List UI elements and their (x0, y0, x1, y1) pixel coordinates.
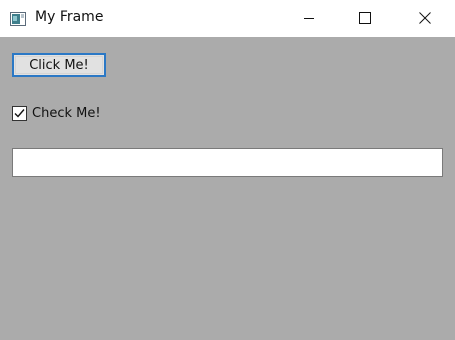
maximize-icon (359, 9, 371, 28)
check-me-label: Check Me! (32, 105, 101, 121)
click-me-button[interactable]: Click Me! (12, 53, 106, 77)
window-title: My Frame (35, 9, 104, 25)
check-me-checkbox[interactable] (12, 105, 27, 121)
title-bar[interactable]: My Frame (0, 0, 455, 37)
close-icon (419, 9, 431, 28)
minimize-button[interactable] (286, 0, 332, 37)
text-field[interactable] (12, 148, 443, 177)
close-button[interactable] (402, 0, 448, 37)
check-me-checkbox-row[interactable]: Check Me! (12, 104, 101, 122)
frame-window: My Frame Click Me! Check Me! (0, 0, 455, 340)
click-me-button-label: Click Me! (29, 57, 89, 73)
java-window-icon (10, 11, 26, 26)
content-pane: Click Me! Check Me! (0, 37, 455, 340)
minimize-icon (303, 9, 315, 28)
maximize-button[interactable] (342, 0, 388, 37)
